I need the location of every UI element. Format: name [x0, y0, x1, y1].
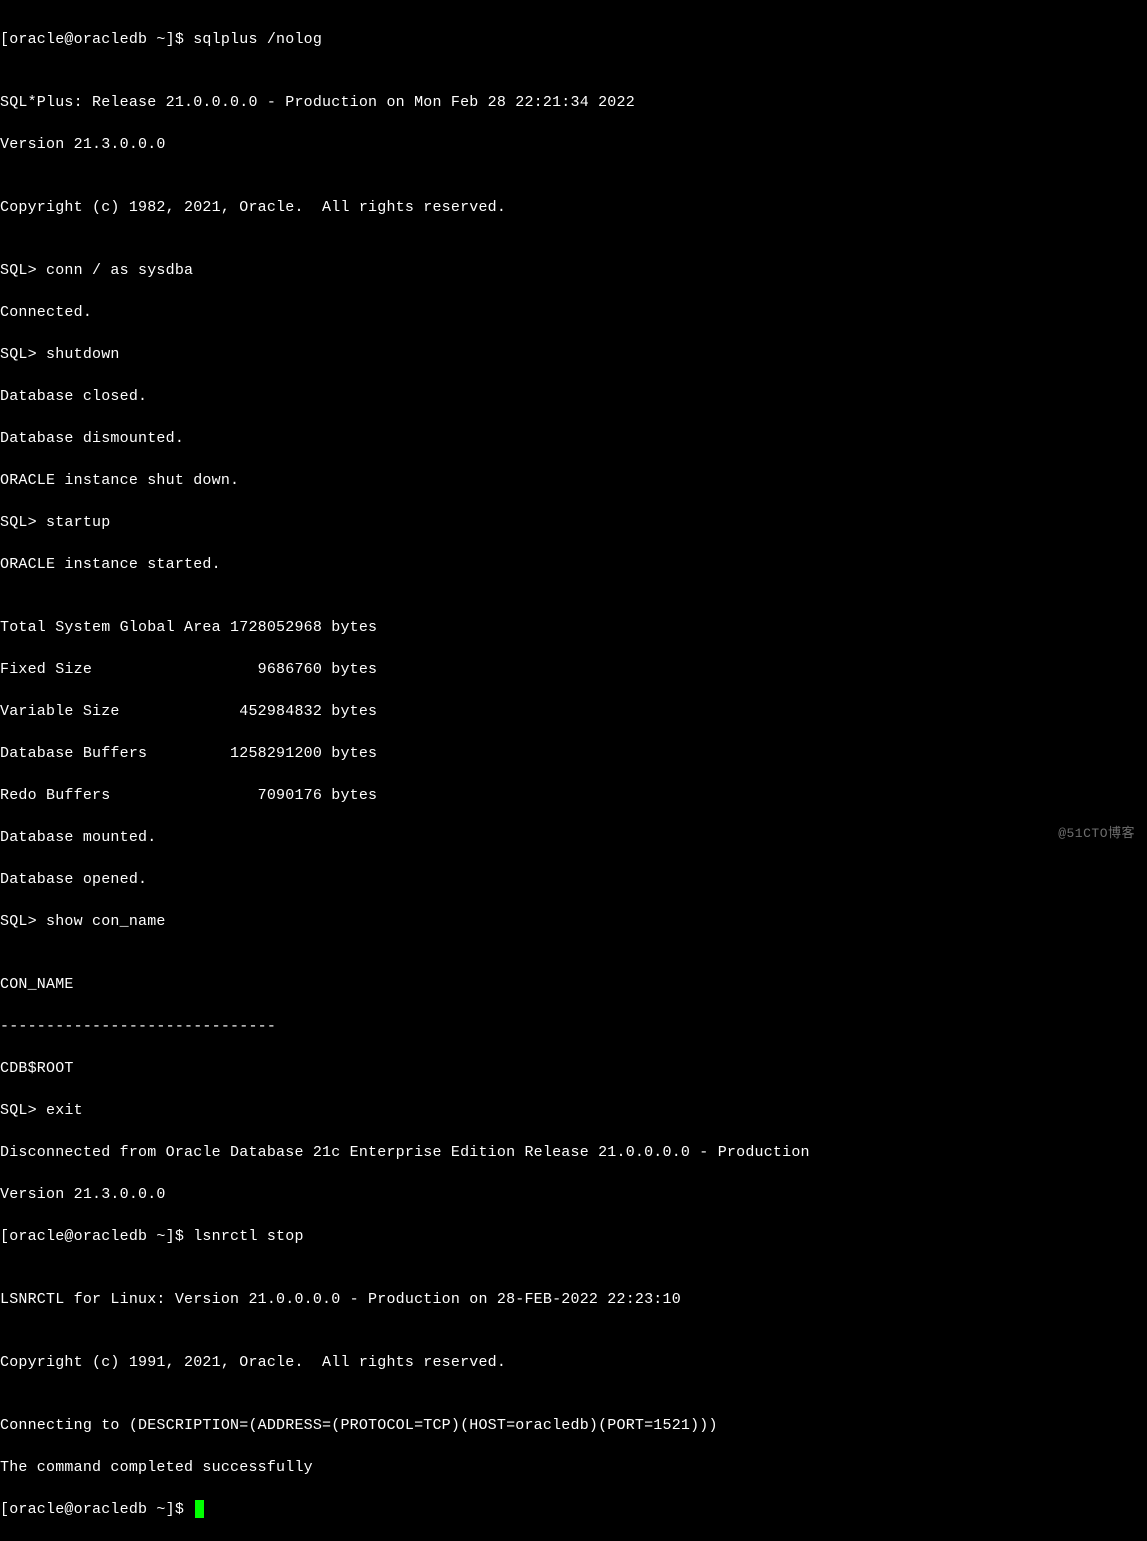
terminal-line: ORACLE instance shut down.	[0, 470, 1139, 491]
terminal-line: CON_NAME	[0, 974, 1139, 995]
terminal-line: SQL> show con_name	[0, 911, 1139, 932]
terminal-line: Connecting to (DESCRIPTION=(ADDRESS=(PRO…	[0, 1415, 1139, 1436]
terminal-line: Database dismounted.	[0, 428, 1139, 449]
terminal-line: CDB$ROOT	[0, 1058, 1139, 1079]
terminal-line: SQL> shutdown	[0, 344, 1139, 365]
terminal-line: Redo Buffers 7090176 bytes	[0, 785, 1139, 806]
watermark-text: @51CTO博客	[1058, 825, 1135, 843]
terminal-line: Version 21.3.0.0.0	[0, 134, 1139, 155]
terminal-prompt-line[interactable]: [oracle@oracledb ~]$	[0, 1499, 1139, 1520]
terminal-line: Fixed Size 9686760 bytes	[0, 659, 1139, 680]
terminal-line: SQL> conn / as sysdba	[0, 260, 1139, 281]
terminal-line: Variable Size 452984832 bytes	[0, 701, 1139, 722]
terminal-line: ------------------------------	[0, 1016, 1139, 1037]
terminal-line: Copyright (c) 1982, 2021, Oracle. All ri…	[0, 197, 1139, 218]
terminal-output[interactable]: [oracle@oracledb ~]$ sqlplus /nolog SQL*…	[0, 8, 1139, 1541]
terminal-line: Database mounted.	[0, 827, 1139, 848]
terminal-line: SQL> startup	[0, 512, 1139, 533]
terminal-line: Connected.	[0, 302, 1139, 323]
terminal-line: Copyright (c) 1991, 2021, Oracle. All ri…	[0, 1352, 1139, 1373]
terminal-line: SQL*Plus: Release 21.0.0.0.0 - Productio…	[0, 92, 1139, 113]
terminal-line: ORACLE instance started.	[0, 554, 1139, 575]
terminal-line: The command completed successfully	[0, 1457, 1139, 1478]
terminal-line: Database opened.	[0, 869, 1139, 890]
terminal-line: Total System Global Area 1728052968 byte…	[0, 617, 1139, 638]
terminal-line: Disconnected from Oracle Database 21c En…	[0, 1142, 1139, 1163]
terminal-line: Database Buffers 1258291200 bytes	[0, 743, 1139, 764]
cursor-icon	[195, 1500, 204, 1518]
terminal-line: SQL> exit	[0, 1100, 1139, 1121]
terminal-prompt: [oracle@oracledb ~]$	[0, 1501, 193, 1518]
terminal-line: Version 21.3.0.0.0	[0, 1184, 1139, 1205]
terminal-line: [oracle@oracledb ~]$ sqlplus /nolog	[0, 29, 1139, 50]
terminal-line: LSNRCTL for Linux: Version 21.0.0.0.0 - …	[0, 1289, 1139, 1310]
terminal-line: Database closed.	[0, 386, 1139, 407]
terminal-line: [oracle@oracledb ~]$ lsnrctl stop	[0, 1226, 1139, 1247]
